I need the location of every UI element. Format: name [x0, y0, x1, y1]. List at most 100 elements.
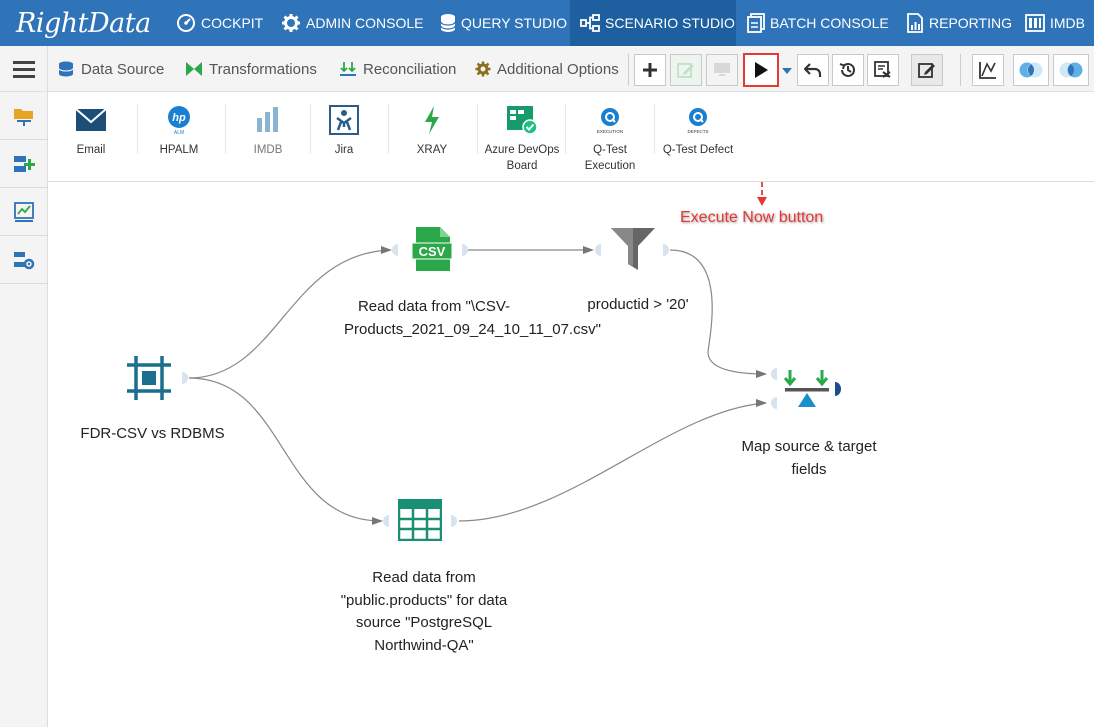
flow-connections: [182, 182, 841, 527]
hamburger-icon: [12, 61, 35, 78]
monitor-button[interactable]: [706, 54, 738, 86]
nav-batch-console-label: BATCH CONSOLE: [770, 15, 889, 31]
monitor-icon: [714, 63, 730, 76]
transform-icon: [186, 62, 202, 76]
qtest-defect-icon: DEFECTS: [687, 108, 709, 134]
add-node-button[interactable]: [634, 54, 666, 86]
history-icon: [839, 62, 855, 77]
left-sidebar: [0, 92, 48, 727]
hp-alm-icon: hp ALM: [168, 106, 190, 135]
batch-icon: [747, 13, 765, 33]
integration-qtest-defect[interactable]: DEFECTS Q-Test Defect: [660, 92, 736, 182]
dashboard-icon: [13, 201, 34, 222]
integration-hpalm[interactable]: hp ALM HPALM: [154, 92, 204, 182]
nav-imdb[interactable]: IMDB: [1025, 0, 1085, 46]
tab-data-source[interactable]: Data Source: [57, 46, 164, 92]
scenario-toolbar: Data Source Transformations Reconciliati…: [0, 46, 1094, 92]
logo-text: RightData: [16, 7, 151, 39]
integration-email[interactable]: Email: [68, 92, 114, 182]
csv-source-node[interactable]: CSV: [411, 226, 453, 272]
add-node-icon: [13, 155, 35, 172]
tab-transformations[interactable]: Transformations: [185, 46, 317, 92]
edge-start-to-table: [188, 377, 382, 522]
execute-dropdown-toggle[interactable]: [781, 64, 793, 76]
table-source-node-label: Read data from "public.products" for dat…: [340, 569, 508, 654]
integration-label: Azure DevOps Board: [484, 144, 560, 172]
report-icon: [907, 13, 923, 33]
bar-chart-icon: [257, 107, 278, 132]
settings-icon: [13, 251, 34, 269]
frame-icon: [127, 356, 171, 400]
start-node[interactable]: [126, 355, 172, 401]
xray-icon: [425, 106, 439, 134]
integration-jira[interactable]: Jira: [324, 92, 364, 182]
edit-icon: [677, 63, 694, 78]
map-fields-node[interactable]: [783, 368, 830, 414]
table-icon: [397, 498, 443, 542]
new-scenario-button[interactable]: [0, 140, 47, 188]
nav-batch-console[interactable]: BATCH CONSOLE: [747, 0, 889, 46]
database-icon: [440, 14, 456, 32]
table-source-node[interactable]: [397, 498, 443, 542]
chart-view-button[interactable]: [972, 54, 1004, 86]
add-icon: [643, 63, 657, 77]
gear-icon: [475, 61, 491, 77]
notes-icon: [918, 63, 935, 78]
menu-toggle-button[interactable]: [0, 46, 48, 92]
nav-reporting[interactable]: REPORTING: [906, 0, 1012, 46]
jira-icon: [329, 105, 359, 135]
execute-now-button[interactable]: [743, 53, 779, 87]
folder-icon: [13, 108, 33, 126]
compare-left-button[interactable]: [1013, 54, 1049, 86]
nav-scenario-studio[interactable]: SCENARIO STUDIO: [570, 0, 736, 46]
scenario-settings-button[interactable]: [0, 236, 47, 284]
nav-reporting-label: REPORTING: [929, 15, 1012, 31]
database-icon: [58, 61, 74, 77]
rightdata-logo[interactable]: RightData: [16, 6, 151, 40]
history-button[interactable]: [832, 54, 864, 86]
imdb-icon: [1025, 14, 1045, 32]
gear-icon: [282, 14, 300, 32]
export-button[interactable]: [867, 54, 899, 86]
venn-right-icon: [1059, 62, 1083, 78]
integration-azure-devops-board[interactable]: Azure DevOps Board: [482, 92, 562, 182]
nav-query-studio[interactable]: QUERY STUDIO: [440, 0, 567, 46]
svg-text:ALM: ALM: [174, 130, 184, 135]
nav-cockpit[interactable]: COCKPIT: [176, 0, 263, 46]
undo-icon: [804, 63, 822, 77]
tab-data-source-label: Data Source: [81, 60, 165, 78]
start-node-label: FDR-CSV vs RDBMS: [80, 425, 225, 442]
integration-qtest-execution[interactable]: EXECUTION Q-Test Execution: [580, 92, 640, 182]
qtest-execution-icon: EXECUTION: [597, 108, 623, 134]
edge-table-to-map: [458, 402, 767, 522]
tab-reconciliation[interactable]: Reconciliation: [339, 46, 456, 92]
integration-imdb[interactable]: IMDB: [248, 92, 288, 182]
svg-text:DEFECTS: DEFECTS: [687, 129, 708, 134]
svg-text:EXECUTION: EXECUTION: [597, 129, 623, 134]
tab-additional-options-label: Additional Options: [497, 60, 619, 78]
csv-file-icon: CSV: [411, 227, 453, 271]
email-icon: [75, 108, 107, 131]
filter-node[interactable]: [609, 226, 657, 272]
notes-button[interactable]: [911, 54, 943, 86]
chart-icon: [979, 62, 996, 79]
toolbar-divider: [960, 54, 961, 86]
integration-xray[interactable]: XRAY: [412, 92, 452, 182]
integration-label: Email: [76, 144, 106, 156]
integration-label: Jira: [334, 144, 354, 156]
nav-imdb-label: IMDB: [1050, 15, 1085, 31]
tab-reconciliation-label: Reconciliation: [363, 60, 457, 78]
edit-button[interactable]: [670, 54, 702, 86]
tab-additional-options[interactable]: Additional Options: [475, 46, 619, 92]
map-fields-node-label: Map source & target fields: [741, 438, 877, 478]
map-fields-icon: [783, 370, 829, 407]
dashboard-button[interactable]: [0, 188, 47, 236]
scenario-icon: [580, 14, 600, 32]
open-scenario-button[interactable]: [0, 92, 47, 140]
nav-admin-console[interactable]: ADMIN CONSOLE: [281, 0, 423, 46]
scenario-canvas[interactable]: FDR-CSV vs RDBMS CSV Read data from "\CS…: [48, 182, 1094, 727]
compare-right-button[interactable]: [1053, 54, 1089, 86]
venn-left-icon: [1019, 62, 1043, 78]
svg-text:CSV: CSV: [419, 244, 446, 259]
undo-button[interactable]: [797, 54, 829, 86]
